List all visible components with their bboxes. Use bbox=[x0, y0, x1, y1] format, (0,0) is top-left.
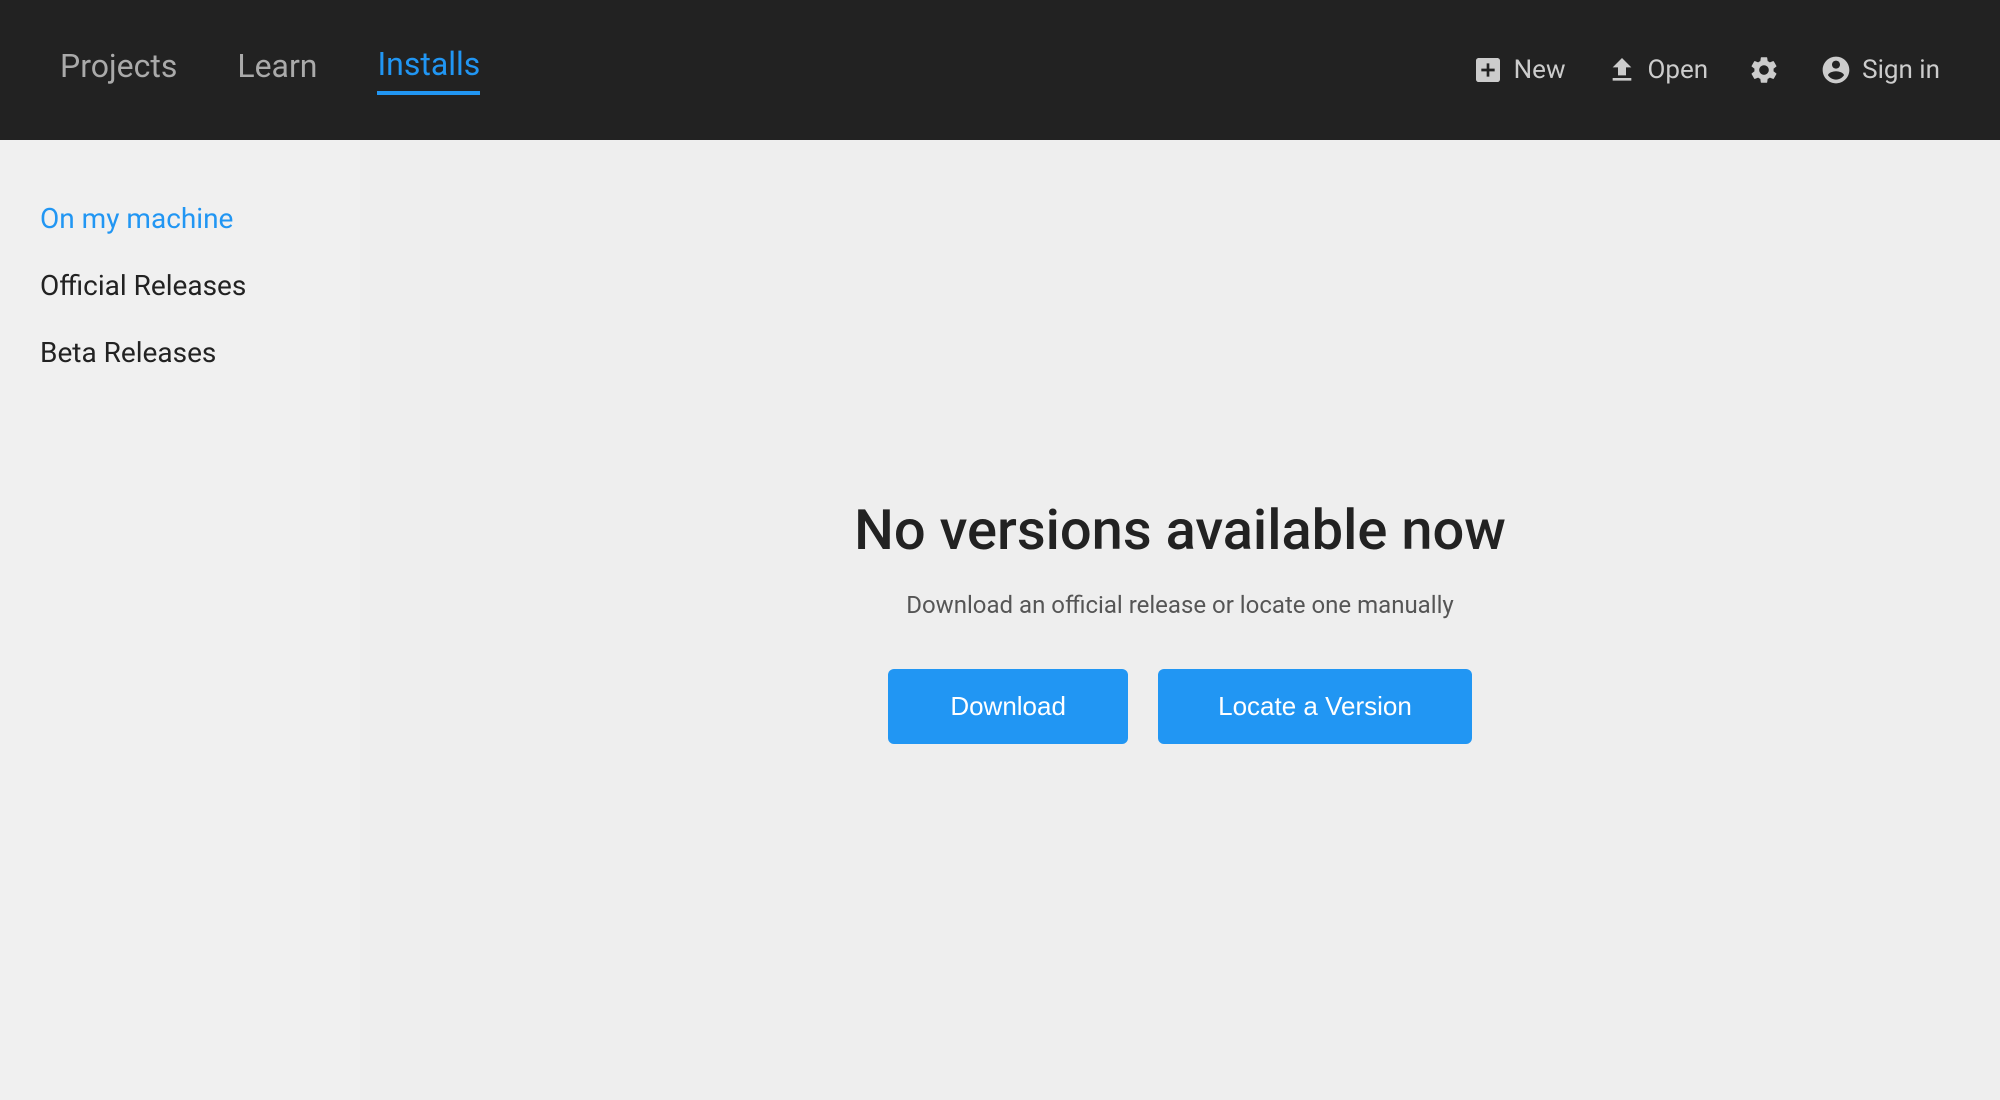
user-icon bbox=[1820, 54, 1852, 86]
nav-left: Projects Learn Installs bbox=[60, 45, 1472, 95]
sidebar-item-official-releases[interactable]: Official Releases bbox=[40, 257, 320, 314]
open-label: Open bbox=[1648, 55, 1709, 85]
page-subtitle: Download an official release or locate o… bbox=[906, 591, 1454, 619]
content-area: No versions available now Download an of… bbox=[360, 140, 2000, 1100]
main-container: On my machine Official Releases Beta Rel… bbox=[0, 140, 2000, 1100]
nav-item-learn[interactable]: Learn bbox=[237, 47, 317, 93]
gear-icon bbox=[1748, 54, 1780, 86]
nav-item-projects[interactable]: Projects bbox=[60, 47, 177, 93]
open-button[interactable]: Open bbox=[1606, 54, 1709, 86]
nav-right: New Open Sign in bbox=[1472, 54, 1940, 86]
open-icon bbox=[1606, 54, 1638, 86]
new-button[interactable]: New bbox=[1472, 54, 1566, 86]
sidebar: On my machine Official Releases Beta Rel… bbox=[0, 140, 360, 1100]
locate-version-button[interactable]: Locate a Version bbox=[1158, 669, 1472, 744]
new-label: New bbox=[1514, 55, 1566, 85]
nav-item-installs[interactable]: Installs bbox=[377, 45, 480, 95]
action-buttons: Download Locate a Version bbox=[888, 669, 1472, 744]
navbar: Projects Learn Installs New Open bbox=[0, 0, 2000, 140]
signin-label: Sign in bbox=[1862, 55, 1940, 85]
page-title: No versions available now bbox=[854, 497, 1506, 563]
signin-button[interactable]: Sign in bbox=[1820, 54, 1940, 86]
sidebar-item-beta-releases[interactable]: Beta Releases bbox=[40, 324, 320, 381]
new-icon bbox=[1472, 54, 1504, 86]
settings-button[interactable] bbox=[1748, 54, 1780, 86]
download-button[interactable]: Download bbox=[888, 669, 1128, 744]
sidebar-item-on-my-machine[interactable]: On my machine bbox=[40, 190, 320, 247]
